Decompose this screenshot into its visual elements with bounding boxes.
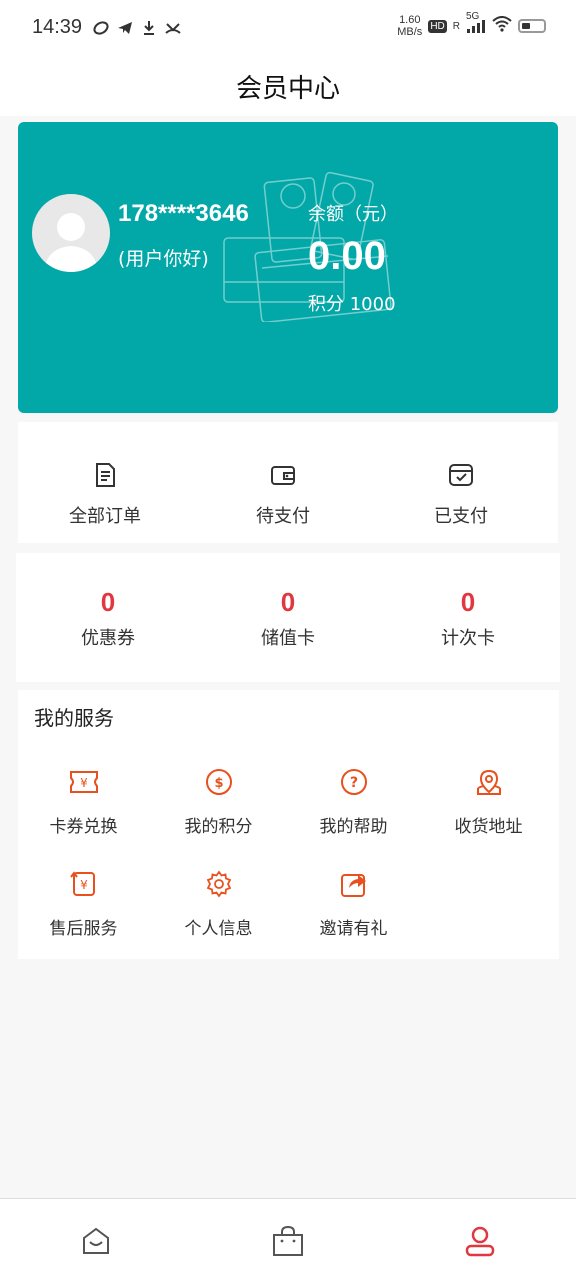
orders-paid-label: 已支付 [434, 506, 488, 527]
member-phone: 178****3646 [118, 200, 249, 227]
invite-reward-button[interactable]: 邀请有礼 [286, 870, 421, 939]
invite-reward-label: 邀请有礼 [319, 919, 388, 939]
home-icon [83, 1227, 109, 1254]
orders-pending-label: 待支付 [256, 506, 310, 527]
balance-value: 0.00 [308, 234, 386, 278]
coupon-stat[interactable]: 0 优惠券 [18, 587, 198, 650]
stored-value-card-label: 储值卡 [261, 628, 315, 649]
wifi-icon [492, 16, 512, 36]
personal-info-button[interactable]: 个人信息 [151, 870, 286, 939]
tab-shop[interactable] [268, 1221, 308, 1261]
settings-gear-icon [206, 870, 231, 898]
net-speed-value: 1.60 [399, 14, 421, 26]
points-coin-icon: $ [205, 769, 232, 795]
hd-badge: HD [428, 19, 447, 33]
stored-value-card-count: 0 [280, 587, 296, 617]
notification-icons [92, 19, 182, 42]
tab-home[interactable] [76, 1221, 116, 1261]
header-bar: 会员中心 [0, 56, 576, 116]
svg-text:$: $ [214, 776, 223, 791]
points-label: 积分 1000 [308, 294, 396, 315]
telegram-icon [116, 19, 134, 42]
services-title: 我的服务 [34, 706, 114, 730]
coupon-label: 优惠券 [81, 628, 135, 649]
svg-text:?: ? [349, 775, 357, 791]
services-panel: 我的服务 ¥ 卡券兑换 $ 我的积分 ? 我的帮助 收货地址 ¥ 售后服务 个人… [18, 690, 559, 959]
address-pin-icon [476, 769, 501, 795]
order-list-icon [96, 463, 115, 487]
stats-panel: 0 优惠券 0 储值卡 0 计次卡 [16, 553, 560, 682]
after-sales-icon: ¥ [69, 871, 95, 896]
orders-all-button[interactable]: 全部订单 [15, 462, 195, 528]
sim-label: R [452, 20, 460, 32]
stored-value-card-stat[interactable]: 0 储值卡 [198, 587, 378, 650]
punch-card-stat[interactable]: 0 计次卡 [378, 587, 558, 650]
member-card[interactable]: 178****3646 (用户你好) 余额（元） 0.00 积分 1000 [18, 122, 558, 413]
avatar[interactable] [32, 194, 110, 272]
tab-profile[interactable] [460, 1221, 500, 1261]
default-avatar-icon [44, 213, 98, 272]
coupon-exchange-label: 卡券兑换 [49, 817, 118, 837]
missed-call-icon [164, 19, 182, 42]
my-points-button[interactable]: $ 我的积分 [151, 768, 286, 837]
net-speed: 1.60 MB/s [397, 14, 422, 38]
after-sales-label: 售后服务 [49, 919, 118, 939]
punch-card-label: 计次卡 [441, 628, 495, 649]
status-time: 14:39 [32, 16, 83, 38]
help-icon: ? [340, 769, 367, 795]
orders-pending-button[interactable]: 待支付 [193, 462, 373, 528]
orders-panel: 全部订单 待支付 已支付 [18, 422, 558, 543]
profile-icon [465, 1226, 495, 1257]
orders-all-label: 全部订单 [69, 506, 141, 527]
shipping-address-button[interactable]: 收货地址 [421, 768, 556, 837]
sync-icon [92, 19, 110, 42]
network-label: 5G [466, 11, 480, 22]
svg-text:¥: ¥ [80, 776, 88, 790]
my-help-label: 我的帮助 [319, 817, 388, 837]
paid-box-icon [449, 464, 473, 486]
shipping-address-label: 收货地址 [454, 817, 523, 837]
status-right-icons: 1.60 MB/s HD R 5G [397, 11, 546, 38]
page-title: 会员中心 [235, 74, 340, 104]
coupon-count: 0 [100, 587, 116, 617]
net-speed-unit: MB/s [397, 26, 423, 38]
share-invite-icon [340, 874, 366, 897]
shopping-bag-icon [273, 1225, 303, 1256]
wallet-icon [271, 466, 295, 485]
punch-card-count: 0 [460, 587, 476, 617]
personal-info-label: 个人信息 [184, 919, 253, 939]
my-points-label: 我的积分 [184, 817, 253, 837]
coupon-exchange-button[interactable]: ¥ 卡券兑换 [16, 768, 151, 837]
my-help-button[interactable]: ? 我的帮助 [286, 768, 421, 837]
member-greeting: (用户你好) [118, 248, 209, 270]
bottom-tab-bar [0, 1198, 576, 1280]
orders-paid-button[interactable]: 已支付 [371, 462, 551, 528]
balance-label: 余额（元） [308, 204, 398, 225]
status-bar: 14:39 1.60 MB/s HD R 5G [0, 0, 576, 56]
svg-text:¥: ¥ [80, 878, 88, 892]
download-icon [140, 19, 158, 42]
coupon-exchange-icon: ¥ [69, 771, 98, 793]
battery-icon [518, 19, 546, 33]
after-sales-button[interactable]: ¥ 售后服务 [16, 870, 151, 939]
signal-icon: 5G [466, 11, 486, 33]
